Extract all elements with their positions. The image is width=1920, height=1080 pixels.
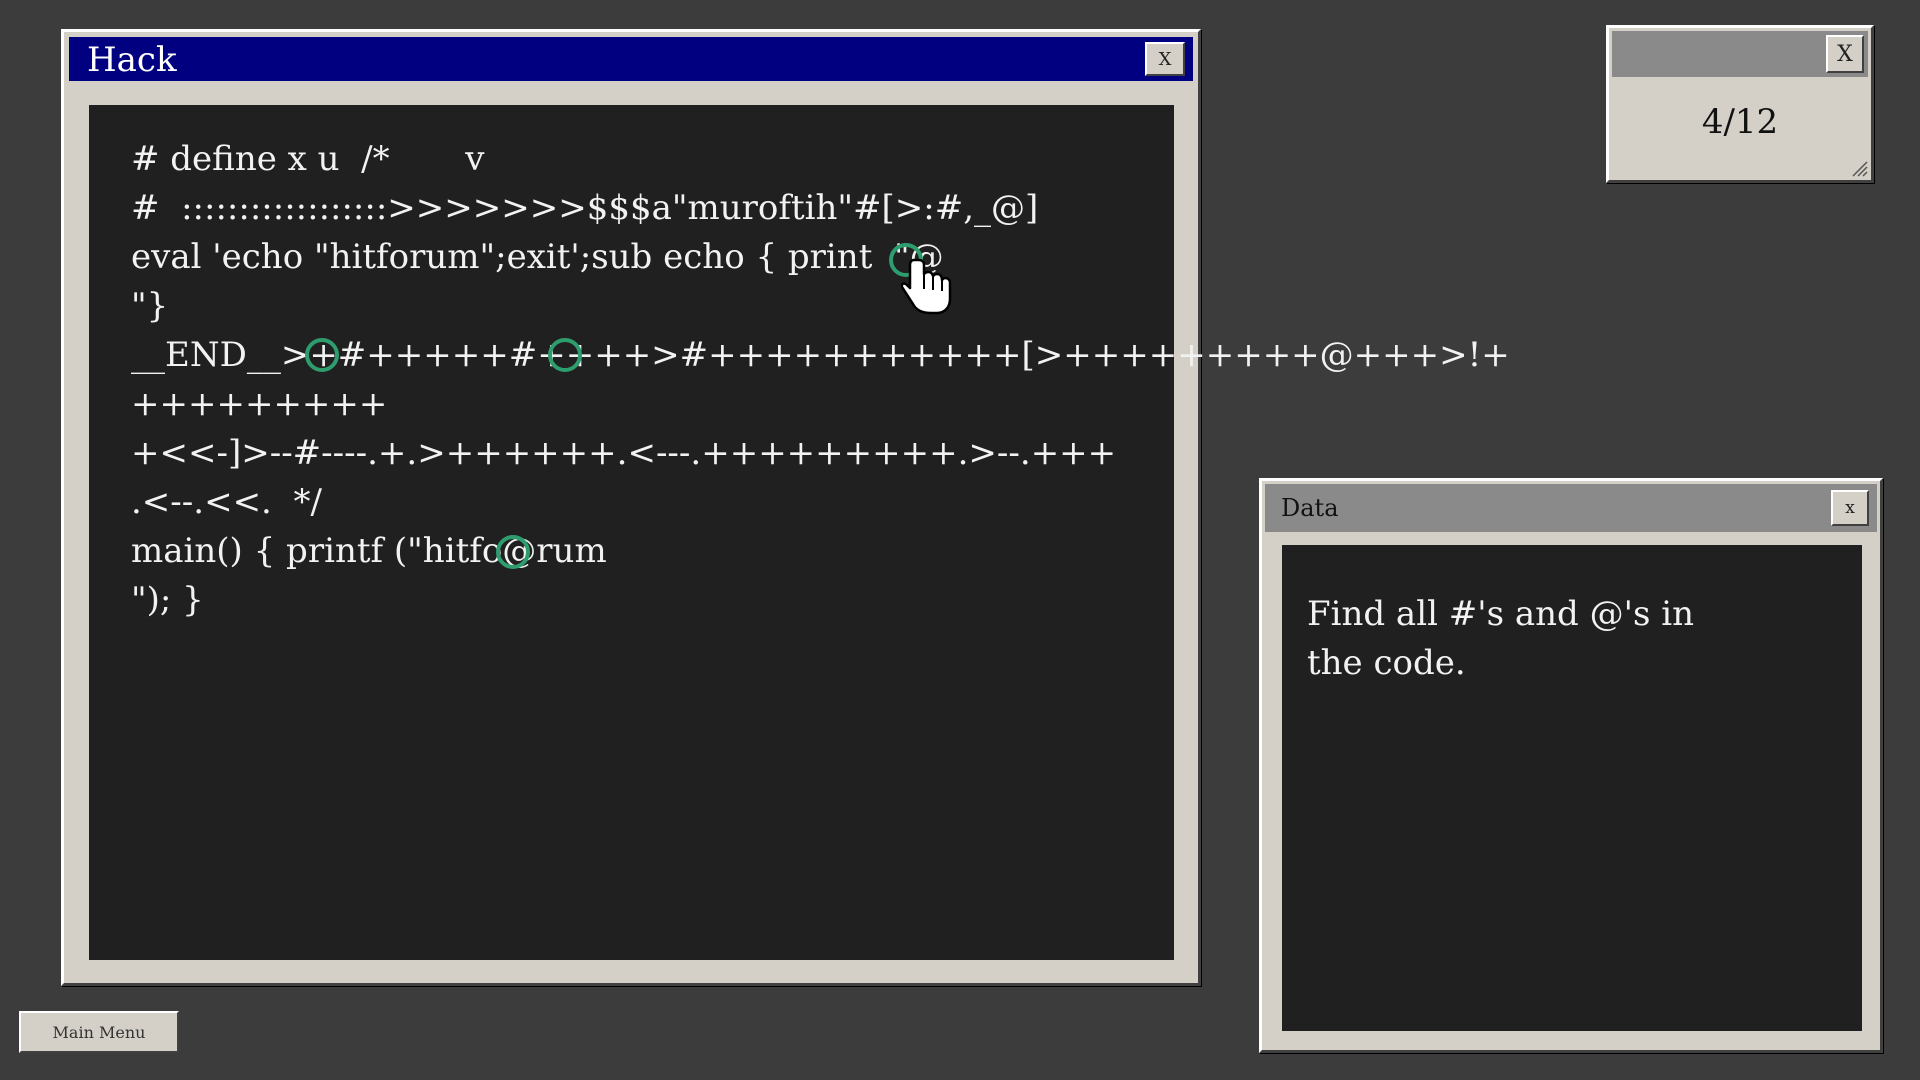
main-menu-button[interactable]: Main Menu: [19, 1011, 179, 1053]
data-close-button[interactable]: x: [1831, 490, 1869, 526]
hack-titlebar[interactable]: Hack X: [69, 37, 1193, 81]
hack-window: Hack X # define x u /* v # :::::::::::::…: [61, 29, 1510, 986]
progress-counter: 4/12: [1701, 102, 1779, 142]
code-line-4[interactable]: "}: [131, 282, 1510, 331]
data-titlebar[interactable]: Data x: [1265, 484, 1877, 532]
resize-grip-icon[interactable]: [1850, 159, 1868, 177]
progress-titlebar[interactable]: X: [1612, 31, 1868, 77]
hack-window-title: Hack: [87, 40, 177, 80]
progress-close-button[interactable]: X: [1826, 35, 1864, 73]
hack-close-button[interactable]: X: [1145, 42, 1185, 76]
data-window: Data x Find all #'s and @'s in the code.: [1259, 478, 1883, 1053]
code-line-5[interactable]: __END__>+#+++++#++++>#+++++++++++[>+++++…: [131, 331, 1510, 380]
data-panel: Find all #'s and @'s in the code.: [1282, 545, 1862, 1031]
progress-window: X 4/12: [1606, 25, 1874, 183]
code-line-2[interactable]: # ::::::::::::::::::>>>>>>>$$$a"muroftih…: [131, 184, 1510, 233]
instructions-text: Find all #'s and @'s in the code.: [1307, 594, 1694, 683]
code-line-1[interactable]: # define x u /* v: [131, 135, 1510, 184]
code-line-7[interactable]: +<<-]>--#----.+.>++++++.<---.+++++++++.>…: [131, 429, 1510, 478]
data-window-title: Data: [1281, 494, 1339, 522]
code-line-3[interactable]: eval 'echo "hitforum";exit';sub echo { p…: [131, 233, 1510, 282]
code-line-6[interactable]: +++++++++: [131, 380, 1510, 429]
code-panel: # define x u /* v # ::::::::::::::::::>>…: [89, 105, 1510, 960]
